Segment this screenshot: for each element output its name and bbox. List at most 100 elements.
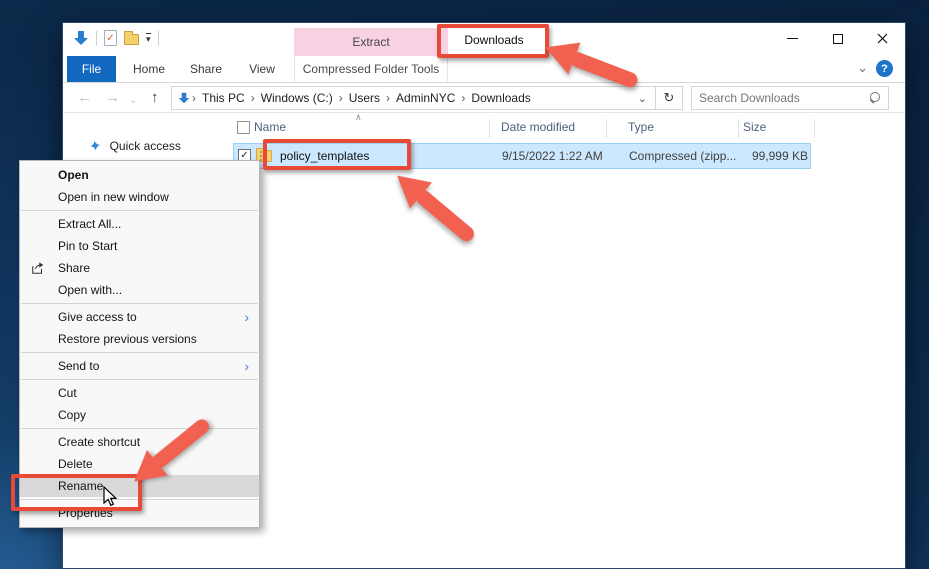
column-header-date-modified[interactable]: Date modified: [501, 120, 575, 134]
up-icon[interactable]: ↑: [151, 88, 159, 108]
menu-item-create-shortcut[interactable]: Create shortcut: [20, 431, 259, 453]
menu-item-label: Delete: [58, 457, 93, 471]
menu-separator: [21, 210, 258, 211]
breadcrumb-separator-icon: ›: [190, 91, 198, 105]
column-header-name[interactable]: Name: [254, 120, 286, 134]
sidebar-item-label: Quick access: [110, 139, 181, 153]
submenu-arrow-icon: ›: [244, 355, 249, 377]
menu-item-give-access-to[interactable]: Give access to ›: [20, 306, 259, 328]
customize-toolbar-icon[interactable]: ▾: [146, 33, 151, 44]
address-bar[interactable]: › This PC › Windows (C:) › Users › Admin…: [171, 86, 683, 110]
search-icon[interactable]: [869, 92, 881, 104]
annotation-box-downloads: [437, 24, 549, 58]
menu-item-label: Give access to: [58, 310, 137, 324]
mouse-cursor: [103, 486, 118, 507]
maximize-icon: [833, 34, 843, 44]
menu-item-label: Open in new window: [58, 190, 169, 204]
column-divider[interactable]: [738, 119, 739, 138]
menu-item-open-with[interactable]: Open with...: [20, 279, 259, 301]
breadcrumb-downloads[interactable]: Downloads: [467, 91, 534, 105]
close-button[interactable]: [860, 23, 905, 54]
tab-view[interactable]: View: [240, 56, 284, 82]
menu-item-share[interactable]: Share: [20, 257, 259, 279]
column-divider[interactable]: [606, 119, 607, 138]
annotation-box-rename: [11, 474, 142, 511]
help-button[interactable]: ?: [876, 60, 893, 77]
new-folder-icon[interactable]: [124, 34, 139, 45]
menu-separator: [21, 303, 258, 304]
expand-ribbon-icon[interactable]: ⌄: [857, 60, 868, 76]
desktop-background: { "colors": { "annotation_box": "#e84a38…: [0, 0, 929, 569]
column-header-size[interactable]: Size: [743, 120, 766, 134]
download-icon[interactable]: [73, 30, 89, 46]
menu-item-send-to[interactable]: Send to ›: [20, 355, 259, 377]
breadcrumb-this-pc[interactable]: This PC: [198, 91, 249, 105]
window-controls: [770, 23, 905, 54]
menu-item-label: Open: [58, 168, 89, 182]
properties-icon[interactable]: ✓: [104, 30, 117, 46]
menu-separator: [21, 428, 258, 429]
search-box[interactable]: [691, 86, 889, 110]
tab-file[interactable]: File: [67, 56, 116, 82]
recent-locations-icon[interactable]: ⌄: [129, 91, 137, 111]
breadcrumb-windows-c[interactable]: Windows (C:): [257, 91, 337, 105]
forward-icon[interactable]: →: [105, 88, 120, 108]
toolbar-separator: [96, 31, 97, 46]
menu-item-label: Restore previous versions: [58, 332, 197, 346]
toolbar-separator: [158, 31, 159, 46]
sidebar-item-quick-access[interactable]: ✦ Quick access: [63, 137, 233, 155]
menu-separator: [21, 379, 258, 380]
search-input[interactable]: [699, 91, 869, 105]
column-divider[interactable]: [489, 119, 490, 138]
maximize-button[interactable]: [815, 23, 860, 54]
menu-item-extract-all[interactable]: Extract All...: [20, 213, 259, 235]
refresh-icon[interactable]: ↻: [655, 87, 682, 109]
menu-separator: [21, 352, 258, 353]
column-header-type[interactable]: Type: [628, 120, 654, 134]
minimize-button[interactable]: [770, 23, 815, 54]
menu-item-copy[interactable]: Copy: [20, 404, 259, 426]
menu-item-restore-previous-versions[interactable]: Restore previous versions: [20, 328, 259, 350]
breadcrumb-separator-icon: ›: [249, 91, 257, 105]
file-date-modified: 9/15/2022 1:22 AM: [502, 149, 603, 163]
breadcrumb-separator-icon: ›: [384, 91, 392, 105]
breadcrumb-separator-icon: ›: [459, 91, 467, 105]
sort-ascending-icon: ∧: [355, 112, 362, 123]
quick-access-star-icon: ✦: [88, 136, 103, 156]
annotation-box-policy-templates: [263, 139, 411, 170]
address-row: ← → ⌄ ↑ › This PC › Windows (C:) › Users…: [63, 83, 905, 113]
menu-item-label: Extract All...: [58, 217, 121, 231]
breadcrumb-adminnyc[interactable]: AdminNYC: [392, 91, 459, 105]
share-icon: [31, 261, 45, 275]
minimize-icon: [787, 38, 798, 39]
column-divider[interactable]: [814, 119, 815, 138]
tab-extract[interactable]: Extract: [294, 28, 448, 56]
tab-share[interactable]: Share: [182, 56, 230, 82]
menu-item-label: Create shortcut: [58, 435, 140, 449]
file-list: Name ∧ Date modified Type Size ✓ policy_…: [233, 113, 905, 568]
column-header-row: Name ∧ Date modified Type Size: [233, 115, 905, 141]
contextual-tab-group-label: Compressed Folder Tools: [294, 56, 448, 82]
submenu-arrow-icon: ›: [244, 306, 249, 328]
breadcrumb-separator-icon: ›: [337, 91, 345, 105]
breadcrumb-users[interactable]: Users: [345, 91, 384, 105]
quick-access-toolbar: ✓ ▾: [73, 30, 159, 46]
ribbon-tab-row: File Home Share View Compressed Folder T…: [63, 56, 905, 83]
menu-item-open-in-new-window[interactable]: Open in new window: [20, 186, 259, 208]
menu-item-pin-to-start[interactable]: Pin to Start: [20, 235, 259, 257]
downloads-folder-icon: [178, 92, 190, 104]
select-all-checkbox[interactable]: [237, 121, 250, 134]
menu-item-cut[interactable]: Cut: [20, 382, 259, 404]
close-icon: [877, 33, 888, 44]
file-type: Compressed (zipp...: [629, 149, 736, 163]
back-icon[interactable]: ←: [77, 88, 92, 108]
tab-home[interactable]: Home: [124, 56, 174, 82]
menu-item-label: Pin to Start: [58, 239, 117, 253]
menu-item-label: Open with...: [58, 283, 122, 297]
menu-item-label: Cut: [58, 386, 77, 400]
menu-item-label: Copy: [58, 408, 86, 422]
checkmark-icon: ✓: [106, 33, 114, 44]
menu-item-label: Send to: [58, 359, 99, 373]
menu-item-open[interactable]: Open: [20, 164, 259, 186]
menu-item-label: Share: [58, 261, 90, 275]
